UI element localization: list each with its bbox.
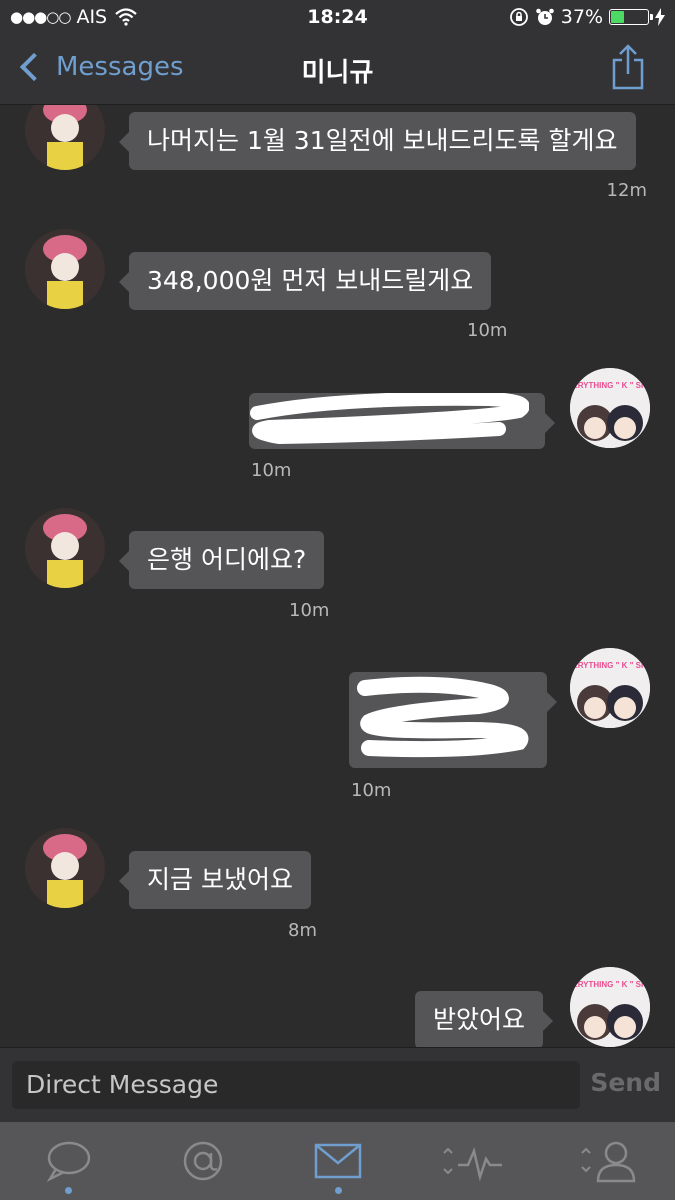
avatar-image: EVERYTHING " K " SHOP: [570, 648, 650, 728]
person-icon: [580, 1141, 635, 1183]
redaction-scribble: [250, 393, 529, 445]
message-list[interactable]: 나머지는 1월 31일전에 보내드리도록 할게요 12m 348,000원 먼저…: [0, 105, 675, 1047]
avatar-image: EVERYTHING " K " SHOP: [570, 368, 650, 448]
avatar[interactable]: [25, 828, 105, 908]
avatar-image: [25, 105, 105, 170]
rotation-lock-icon: [509, 8, 528, 26]
message-bubble[interactable]: 받았어요: [415, 991, 554, 1047]
message-bubble-redacted[interactable]: [249, 393, 555, 449]
battery-percent: 37%: [560, 6, 603, 28]
message-timestamp: 8m: [288, 920, 317, 941]
message-bubble[interactable]: 348,000원 먼저 보내드릴게요: [118, 252, 492, 310]
avatar-shop-label: EVERYTHING " K " SHOP: [570, 661, 650, 670]
tab-mentions[interactable]: [135, 1122, 270, 1200]
alarm-icon: [535, 8, 554, 25]
tab-messages[interactable]: [270, 1122, 405, 1200]
avatar[interactable]: EVERYTHING " K " SHOP: [570, 967, 650, 1047]
avatar[interactable]: [25, 229, 105, 309]
avatar[interactable]: [25, 508, 105, 588]
avatar-shop-label: EVERYTHING " K " SHOP: [570, 980, 650, 989]
tab-timeline[interactable]: [0, 1122, 135, 1200]
nav-bar: Messages 미니규: [0, 34, 675, 105]
unread-dot: [64, 1187, 72, 1194]
status-bar: ●●●○○ AIS 18:24 37%: [0, 0, 675, 34]
activity-pulse-icon: [442, 1146, 502, 1181]
message-timestamp: 10m: [467, 320, 508, 341]
charging-bolt-icon: [655, 8, 665, 26]
message-bubble[interactable]: 은행 어디에요?: [118, 531, 325, 589]
message-timestamp: 10m: [289, 600, 330, 621]
tab-profile[interactable]: [540, 1122, 675, 1200]
direct-message-input[interactable]: Direct Message: [12, 1061, 580, 1109]
avatar-image: [25, 508, 105, 588]
tab-activity[interactable]: [405, 1122, 540, 1200]
avatar-image: [25, 229, 105, 309]
message-bubble[interactable]: 나머지는 1월 31일전에 보내드리도록 할게요: [119, 112, 636, 170]
conversation-title: 미니규: [301, 58, 374, 88]
message-bubble[interactable]: 지금 보냈어요: [119, 851, 311, 909]
at-sign-icon: [183, 1141, 222, 1181]
speech-bubble-icon: [46, 1141, 90, 1183]
redaction-scribble: [357, 676, 529, 758]
envelope-icon: [314, 1143, 361, 1179]
tab-bar: [0, 1122, 675, 1200]
avatar-image: [25, 828, 105, 908]
message-composer: Direct Message Send: [0, 1047, 675, 1123]
message-timestamp: 10m: [351, 780, 392, 801]
avatar[interactable]: EVERYTHING " K " SHOP: [570, 648, 650, 728]
message-timestamp: 10m: [251, 460, 292, 481]
message-timestamp: 12m: [606, 180, 647, 201]
share-icon[interactable]: [611, 44, 645, 90]
message-bubble-redacted[interactable]: [349, 672, 557, 768]
selected-dot: [334, 1187, 342, 1194]
send-button[interactable]: Send: [590, 1068, 661, 1097]
battery-icon: [609, 9, 653, 25]
avatar[interactable]: [25, 105, 105, 170]
avatar-image: EVERYTHING " K " SHOP: [570, 967, 650, 1047]
avatar-shop-label: EVERYTHING " K " SHOP: [570, 381, 650, 390]
avatar[interactable]: EVERYTHING " K " SHOP: [570, 368, 650, 448]
